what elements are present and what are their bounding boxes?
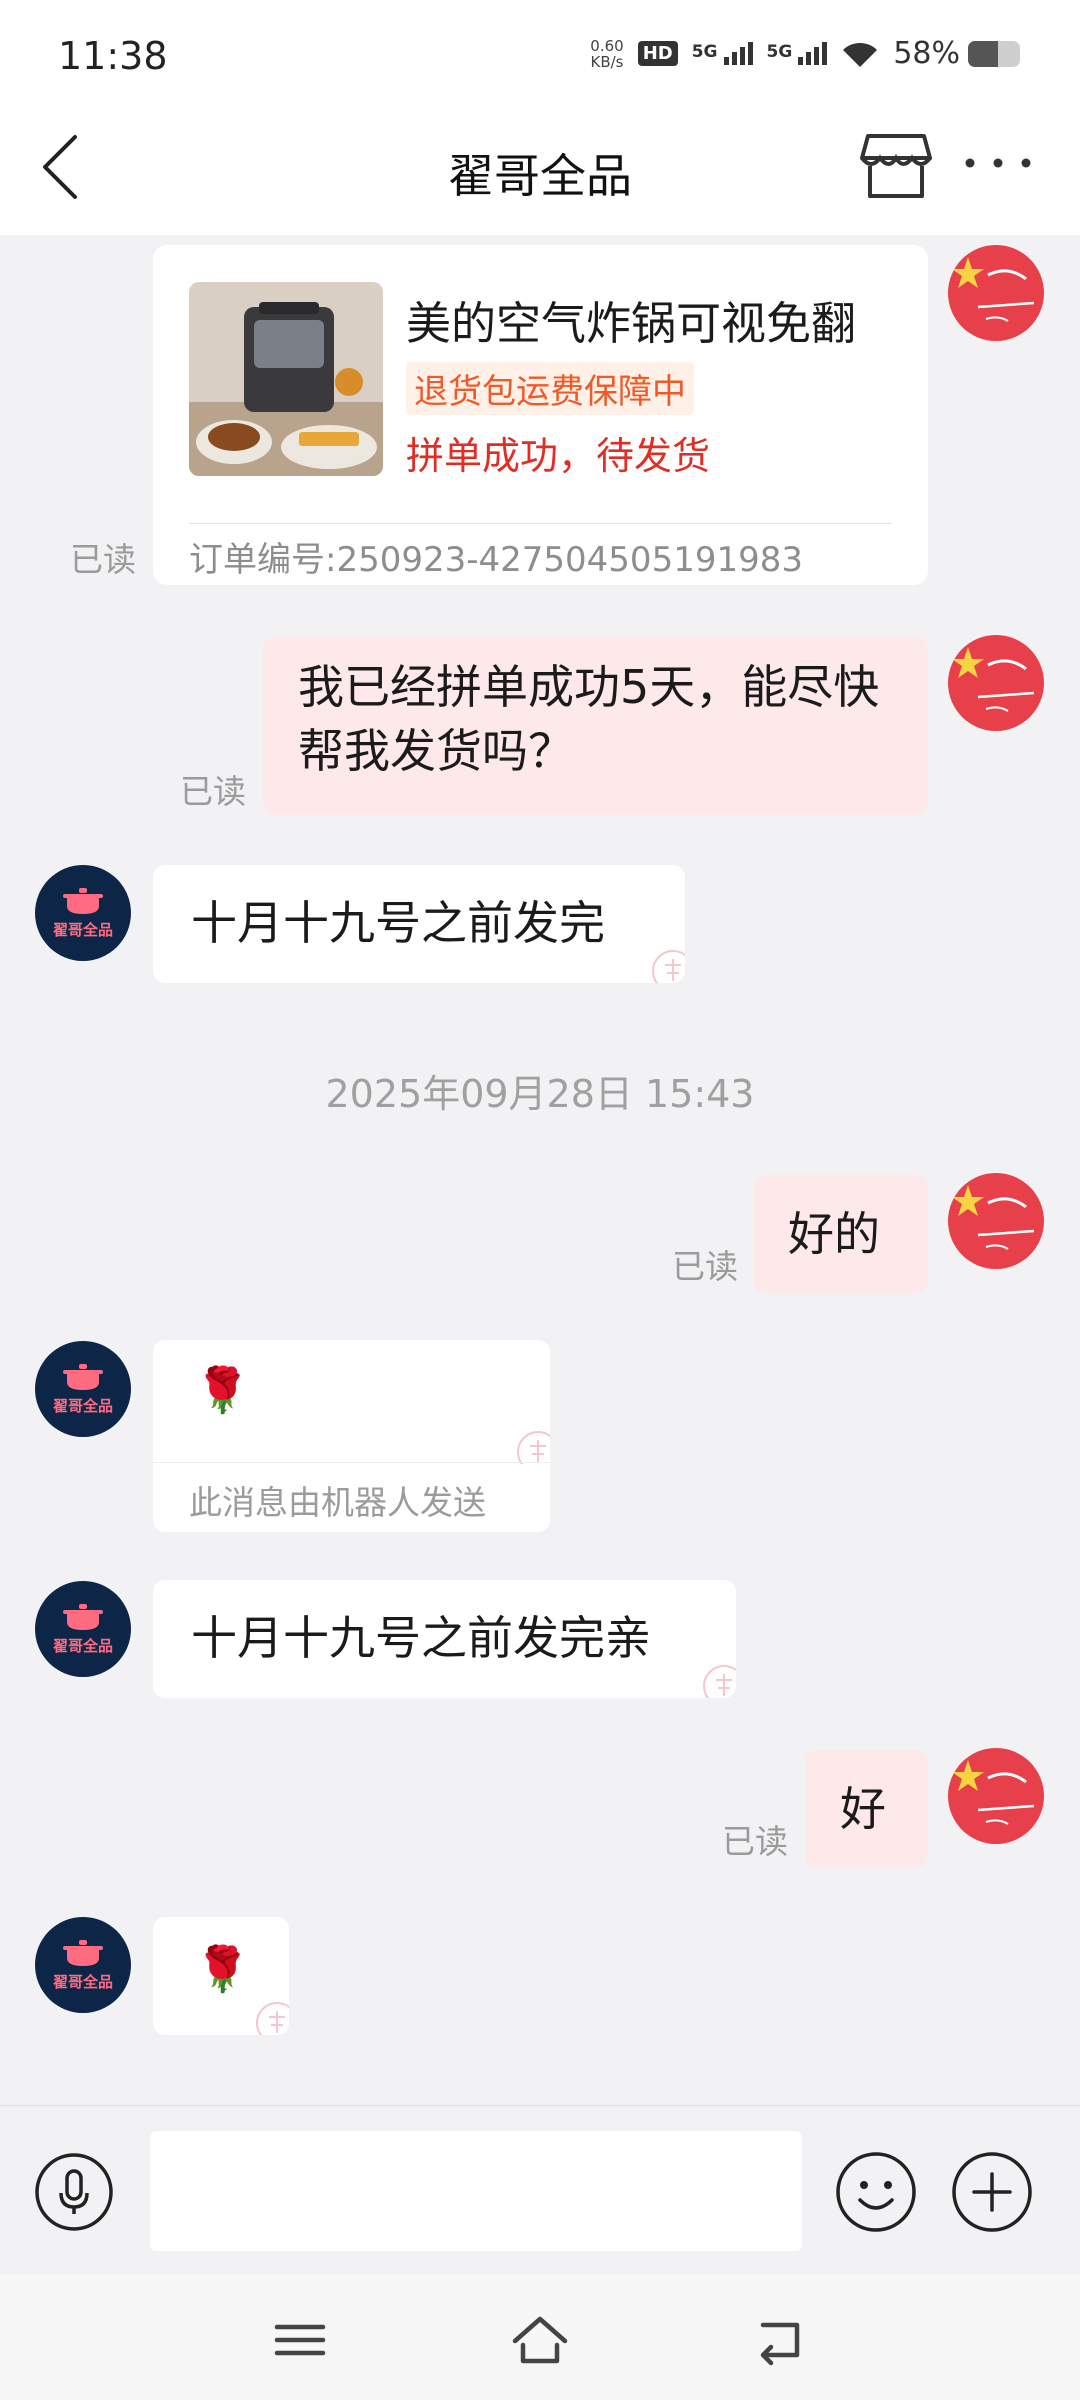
watermark-icon xyxy=(703,1665,736,1698)
shop-avatar-label: 翟哥全品 xyxy=(52,1397,113,1415)
network-speed-value: 0.60 xyxy=(590,36,624,55)
shop-avatar-label: 翟哥全品 xyxy=(52,1973,113,1991)
sim1-network-label: 5G xyxy=(691,42,718,62)
read-receipt: 已读 xyxy=(70,540,136,579)
nav-menu-button[interactable] xyxy=(265,2305,335,2375)
user-avatar-image xyxy=(948,635,1044,731)
message-input[interactable] xyxy=(150,2131,802,2251)
shop-avatar-label: 翟哥全品 xyxy=(52,1637,113,1655)
order-status: 拼单成功，待发货 xyxy=(406,434,711,478)
microphone-icon xyxy=(35,2153,113,2231)
message-bubble-user[interactable]: 好的 xyxy=(753,1175,928,1293)
store-icon xyxy=(860,134,932,198)
message-bubble-shop[interactable]: 🌹 xyxy=(153,1917,289,2035)
divider xyxy=(153,1462,550,1463)
shop-avatar[interactable]: 翟哥全品 xyxy=(35,1341,131,1437)
return-shipping-tag: 退货包运费保障中 xyxy=(406,362,694,415)
watermark-icon xyxy=(256,2002,289,2035)
shop-avatar[interactable]: 翟哥全品 xyxy=(35,1581,131,1677)
chat-header: 翟哥全品 xyxy=(0,110,1080,235)
product-name: 美的空气炸锅可视免翻 xyxy=(406,297,857,350)
input-bar xyxy=(0,2105,1080,2275)
store-button[interactable] xyxy=(858,124,934,204)
user-avatar-image xyxy=(948,1173,1044,1269)
smiley-icon xyxy=(836,2152,916,2232)
home-icon xyxy=(512,2316,568,2364)
message-text: 十月十九号之前发完亲 xyxy=(191,1611,651,1665)
user-avatar-image xyxy=(948,245,1044,341)
divider xyxy=(189,523,892,524)
hd-voice-icon: HD xyxy=(637,41,678,66)
product-thumbnail[interactable] xyxy=(189,282,383,476)
message-bubble-shop[interactable]: 🌹 此消息由机器人发送 xyxy=(153,1340,550,1532)
pot-icon xyxy=(63,1940,103,1966)
system-nav-bar xyxy=(0,2275,1080,2400)
more-button[interactable] xyxy=(958,138,1038,188)
message-timestamp: 2025年09月28日 15:43 xyxy=(325,1072,755,1116)
battery-indicator: 58% xyxy=(893,36,1020,71)
rose-emoji: 🌹 xyxy=(195,1944,250,1995)
network-speed: 0.60 KB/s xyxy=(590,38,623,70)
read-receipt: 已读 xyxy=(722,1822,788,1861)
pot-icon xyxy=(63,1604,103,1630)
watermark-icon xyxy=(652,950,685,983)
air-fryer-image xyxy=(189,282,383,476)
emoji-button[interactable] xyxy=(834,2150,918,2234)
message-text: 十月十九号之前发完 xyxy=(191,896,605,950)
read-receipt: 已读 xyxy=(180,772,246,811)
message-list[interactable]: 美的空气炸锅可视免翻 退货包运费保障中 拼单成功，待发货 订单编号:250923… xyxy=(0,235,1080,2105)
nav-home-button[interactable] xyxy=(505,2305,575,2375)
status-bar: 11:38 0.60 KB/s HD 5G 5G 58% xyxy=(0,0,1080,110)
order-card[interactable]: 美的空气炸锅可视免翻 退货包运费保障中 拼单成功，待发货 订单编号:250923… xyxy=(153,245,928,585)
battery-fill xyxy=(968,40,999,67)
pot-icon xyxy=(63,888,103,914)
network-speed-unit: KB/s xyxy=(590,52,624,71)
signal-icon-sim1: 5G xyxy=(692,42,753,65)
read-receipt: 已读 xyxy=(672,1247,738,1286)
signal-icon-sim2: 5G xyxy=(767,42,828,65)
message-bubble-shop[interactable]: 十月十九号之前发完 xyxy=(153,865,685,983)
wifi-icon xyxy=(843,42,878,67)
nav-back-button[interactable] xyxy=(745,2305,815,2375)
watermark-icon xyxy=(517,1431,550,1464)
robot-sent-note: 此消息由机器人发送 xyxy=(189,1483,486,1522)
sim2-network-label: 5G xyxy=(766,42,793,62)
battery-icon xyxy=(968,40,1020,67)
avatar[interactable] xyxy=(948,1748,1044,1844)
message-bubble-user[interactable]: 好 xyxy=(805,1750,928,1868)
more-dots-icon xyxy=(965,158,1031,168)
avatar[interactable] xyxy=(948,635,1044,731)
plus-circle-icon xyxy=(952,2152,1032,2232)
menu-icon xyxy=(274,2324,326,2356)
message-bubble-user[interactable]: 我已经拼单成功5天，能尽快帮我发货吗？ xyxy=(263,637,928,815)
pot-icon xyxy=(63,1364,103,1390)
back-icon xyxy=(760,2322,800,2366)
user-avatar-image xyxy=(948,1748,1044,1844)
rose-emoji: 🌹 xyxy=(195,1365,250,1416)
shop-avatar-label: 翟哥全品 xyxy=(52,921,113,939)
more-actions-button[interactable] xyxy=(950,2150,1034,2234)
shop-avatar[interactable]: 翟哥全品 xyxy=(35,1917,131,2013)
shop-avatar[interactable]: 翟哥全品 xyxy=(35,865,131,961)
battery-percent: 58% xyxy=(893,36,960,71)
avatar[interactable] xyxy=(948,1173,1044,1269)
order-number: 订单编号:250923-427504505191983 xyxy=(189,540,803,580)
avatar[interactable] xyxy=(948,245,1044,341)
status-time: 11:38 xyxy=(58,34,168,78)
message-bubble-shop[interactable]: 十月十九号之前发完亲 xyxy=(153,1580,736,1698)
voice-button[interactable] xyxy=(33,2151,115,2233)
status-icons: 0.60 KB/s HD 5G 5G 58% xyxy=(590,36,1020,71)
